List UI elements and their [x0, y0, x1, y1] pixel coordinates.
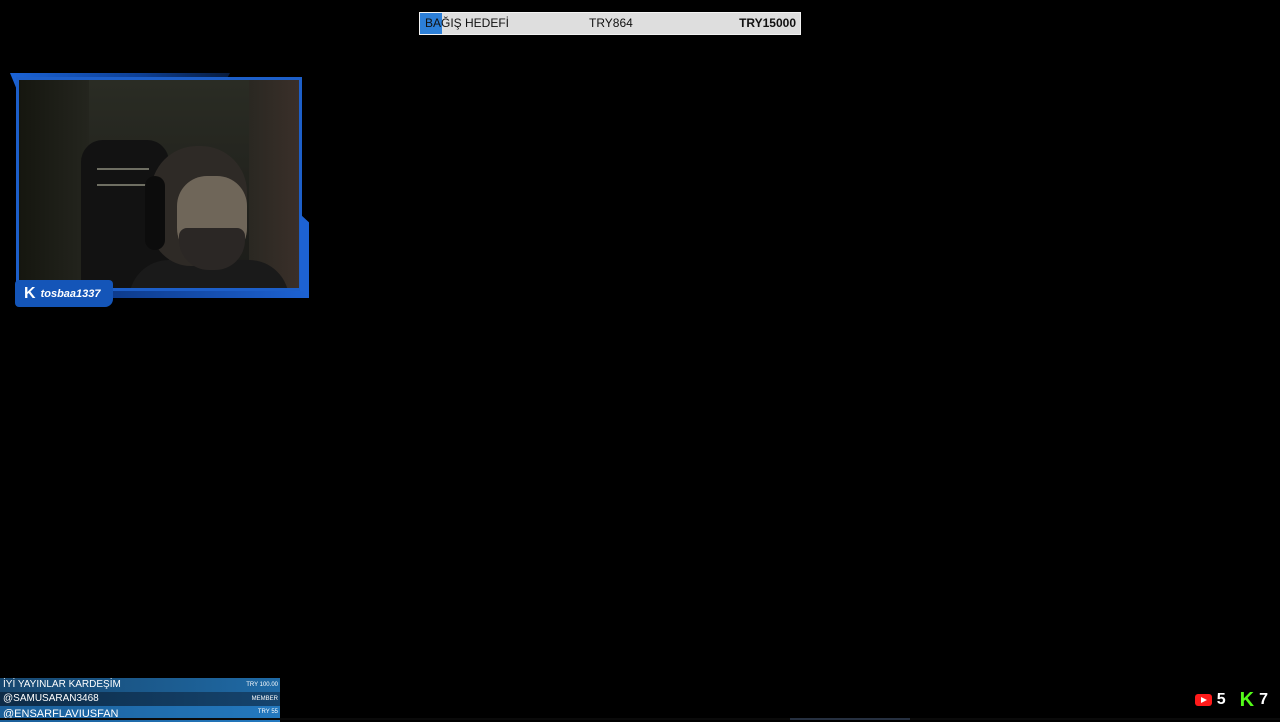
webcam-bottom-accent	[108, 291, 308, 298]
event-text: İYİ YAYINLAR KARDEŞİM	[3, 679, 121, 690]
youtube-viewer-count: 5	[1216, 691, 1226, 708]
youtube-viewers: 5	[1194, 691, 1226, 709]
donation-goal-target: TRY15000	[739, 16, 796, 30]
kick-icon: K	[1239, 689, 1255, 711]
streamer-name-tag: K tosbaa1337	[15, 280, 113, 307]
webcam-side-accent	[300, 214, 309, 298]
event-meta: TRY 100.00	[246, 682, 278, 688]
donation-goal-current: TRY864	[589, 16, 633, 30]
headset	[145, 176, 165, 250]
webcam-feed	[16, 77, 302, 291]
donation-goal-bar: BAĞIŞ HEDEFİ TRY864 TRY15000	[419, 12, 801, 35]
streamer-username: tosbaa1337	[40, 287, 101, 300]
kick-viewer-count: 7	[1259, 691, 1268, 708]
viewer-counts: 5 K 7	[1194, 690, 1268, 710]
event-row: @SAMUSARAN3468 MEMBER	[0, 692, 280, 706]
event-row: İYİ YAYINLAR KARDEŞİM TRY 100.00	[0, 678, 280, 692]
kick-logo-icon: K	[24, 284, 36, 302]
event-meta: MEMBER	[251, 696, 278, 702]
event-text: @SAMUSARAN3468	[3, 693, 99, 704]
kick-viewers: K 7	[1240, 690, 1268, 710]
donation-goal-title: BAĞIŞ HEDEFİ	[425, 16, 510, 30]
event-feed: İYİ YAYINLAR KARDEŞİM TRY 100.00 @SAMUSA…	[0, 678, 280, 722]
youtube-icon	[1194, 694, 1212, 706]
event-meta: TRY 55	[257, 709, 278, 715]
